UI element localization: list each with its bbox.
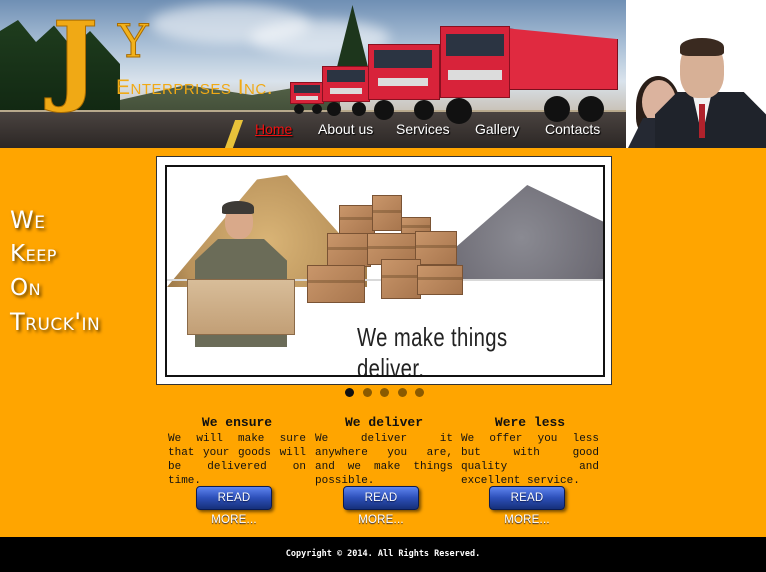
slogan-line: Truck'in [10, 308, 101, 336]
nav-gallery[interactable]: Gallery [475, 121, 519, 137]
feature-title: Were less [494, 415, 566, 430]
cardboard-box-image [307, 265, 365, 303]
read-more-button-1[interactable]: READ MORE... [196, 486, 272, 526]
read-more-button-2[interactable]: READ MORE... [343, 486, 419, 526]
truck-image [440, 26, 620, 132]
truck-image [368, 44, 444, 124]
slogan-line: Keep [10, 241, 57, 267]
slide-image: We make things deliver. [165, 165, 605, 377]
slogan-line: We [10, 206, 46, 234]
nav-home[interactable]: Home [255, 121, 292, 137]
nav-services[interactable]: Services [396, 121, 450, 137]
delivery-man-cap [222, 201, 254, 214]
nav-contacts[interactable]: Contacts [545, 121, 600, 137]
feature-title: We deliver [344, 415, 423, 430]
feature-text: We deliver it anywhere you are, and we m… [315, 433, 453, 487]
company-name: Enterprises Inc. [116, 76, 274, 99]
feature-text: We offer you less but with good quality … [461, 433, 599, 487]
logo-letter-j: J [51, 1, 99, 116]
main-nav: Home About us Services Gallery Contacts [0, 121, 766, 141]
man-hair [680, 38, 724, 56]
cardboard-box-image [339, 205, 375, 235]
cardboard-box-image [381, 259, 421, 299]
logo-letter-y: Y [117, 14, 149, 68]
dot-indicator-5[interactable] [415, 388, 424, 397]
dot-indicator-3[interactable] [380, 388, 389, 397]
feature-we-ensure: We ensure We will make sure that your go… [168, 414, 306, 488]
nav-about-us[interactable]: About us [318, 121, 373, 137]
dot-indicator-1[interactable] [345, 388, 354, 397]
feature-we-deliver: We deliver We deliver it anywhere you ar… [315, 414, 453, 488]
slogan-line: On [10, 275, 42, 301]
footer: Copyright © 2014. All Rights Reserved. [0, 537, 766, 572]
cardboard-box-image [327, 233, 371, 267]
truck-image [322, 66, 372, 118]
header-banner: J Y Enterprises Inc. Home About us Servi… [0, 0, 766, 148]
cardboard-box-image [417, 265, 463, 295]
dot-indicator-2[interactable] [363, 388, 372, 397]
cardboard-box-image [415, 231, 457, 265]
copyright-text: Copyright © 2014. All Rights Reserved. [285, 549, 481, 559]
feature-were-less: Were less We offer you less but with goo… [461, 414, 599, 488]
slogan: We Keep On Truck'in [10, 203, 100, 339]
truck-image [290, 82, 326, 116]
cardboard-box-image [372, 195, 402, 231]
feature-title: We ensure [201, 415, 273, 430]
read-more-button-3[interactable]: READ MORE... [489, 486, 565, 526]
dot-indicator-4[interactable] [398, 388, 407, 397]
image-slider[interactable]: We make things deliver. [156, 156, 612, 385]
slide-caption: We make things deliver. [357, 322, 508, 377]
feature-text: We will make sure that your goods will b… [168, 433, 306, 487]
carried-box-image [187, 279, 295, 335]
